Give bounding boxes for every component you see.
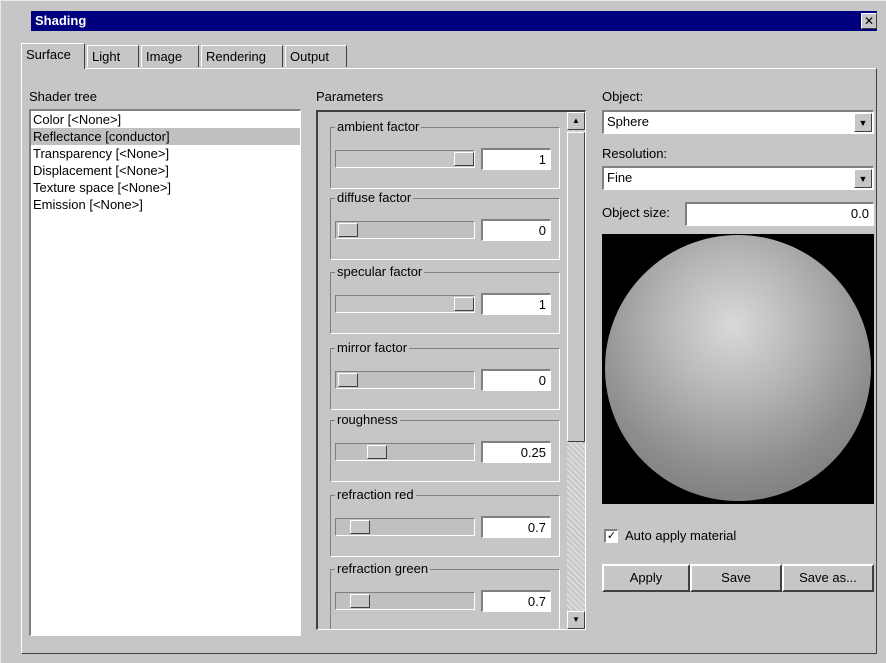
list-item-displacement[interactable]: Displacement [<None>]	[31, 162, 300, 179]
window-title: Shading	[35, 13, 87, 28]
param-value-field[interactable]: 1	[481, 148, 551, 170]
object-value: Sphere	[607, 114, 649, 129]
scroll-thumb[interactable]	[567, 132, 585, 442]
material-preview	[602, 234, 874, 504]
param-value-field[interactable]: 0.7	[481, 590, 551, 612]
slider-thumb[interactable]	[454, 152, 474, 166]
tab-label: Surface	[26, 47, 71, 62]
param-slider[interactable]	[335, 150, 475, 168]
slider-thumb[interactable]	[338, 373, 358, 387]
scroll-down-button[interactable]: ▼	[567, 611, 585, 629]
slider-thumb[interactable]	[349, 594, 370, 608]
apply-button[interactable]: Apply	[602, 564, 690, 592]
tab-image[interactable]: Image	[141, 45, 199, 67]
object-size-field[interactable]: 0.0	[685, 202, 874, 226]
param-specular-factor: specular factor 1	[330, 264, 560, 334]
chevron-down-icon[interactable]: ▼	[854, 169, 872, 188]
preview-sphere	[605, 235, 871, 501]
param-label: ambient factor	[335, 119, 422, 134]
param-label: mirror factor	[335, 340, 410, 355]
param-label: diffuse factor	[335, 190, 414, 205]
scroll-up-button[interactable]: ▲	[567, 112, 585, 130]
slider-thumb[interactable]	[367, 445, 387, 459]
param-label: refraction green	[335, 561, 431, 576]
auto-apply-label: Auto apply material	[625, 528, 737, 543]
param-ambient-factor: ambient factor 1	[330, 119, 560, 189]
param-refraction-green: refraction green 0.7	[330, 561, 560, 629]
parameters-scrollbar[interactable]: ▲ ▼	[567, 112, 585, 629]
object-dropdown[interactable]: Sphere ▼	[602, 110, 874, 134]
tab-light[interactable]: Light	[87, 45, 139, 67]
param-value-field[interactable]: 0	[481, 369, 551, 391]
param-label: roughness	[335, 412, 400, 427]
param-value-field[interactable]: 0.7	[481, 516, 551, 538]
save-button[interactable]: Save	[690, 564, 782, 592]
param-slider[interactable]	[335, 443, 475, 461]
slider-thumb[interactable]	[454, 297, 474, 311]
tab-label: Output	[290, 49, 330, 64]
shader-tree-label: Shader tree	[29, 89, 97, 104]
title-bar[interactable]: Shading ✕	[31, 11, 877, 31]
auto-apply-checkbox[interactable]: ✓	[604, 529, 618, 543]
save-as-button[interactable]: Save as...	[782, 564, 874, 592]
tab-label: Rendering	[206, 49, 266, 64]
param-label: specular factor	[335, 264, 425, 279]
tab-label: Light	[92, 49, 121, 64]
tab-label: Image	[146, 49, 183, 64]
slider-thumb[interactable]	[349, 520, 370, 534]
param-value-field[interactable]: 0	[481, 219, 551, 241]
slider-thumb[interactable]	[338, 223, 358, 237]
list-item-transparency[interactable]: Transparency [<None>]	[31, 145, 300, 162]
resolution-value: Fine	[607, 170, 633, 185]
param-slider[interactable]	[335, 592, 475, 610]
resolution-label: Resolution:	[602, 146, 668, 161]
shader-tree-list[interactable]: Color [<None>] Reflectance [conductor] T…	[29, 109, 301, 636]
parameters-panel: ambient factor 1 diffuse factor 0 specul…	[316, 110, 586, 630]
close-button[interactable]: ✕	[861, 13, 877, 29]
param-diffuse-factor: diffuse factor 0	[330, 190, 560, 260]
shading-window: Shading ✕ Surface Light Image Rendering …	[0, 0, 886, 663]
arrow-up-icon: ▲	[572, 116, 580, 125]
tab-output[interactable]: Output	[285, 45, 347, 67]
param-label: refraction red	[335, 487, 416, 502]
object-size-label: Object size:	[602, 205, 670, 220]
param-slider[interactable]	[335, 295, 475, 313]
close-icon: ✕	[863, 14, 875, 28]
tab-surface[interactable]: Surface	[21, 43, 85, 69]
param-slider[interactable]	[335, 518, 475, 536]
param-mirror-factor: mirror factor 0	[330, 340, 560, 410]
list-item-emission[interactable]: Emission [<None>]	[31, 196, 300, 213]
list-item-reflectance[interactable]: Reflectance [conductor]	[31, 128, 300, 145]
object-label: Object:	[602, 89, 644, 104]
list-item-texture-space[interactable]: Texture space [<None>]	[31, 179, 300, 196]
param-refraction-red: refraction red 0.7	[330, 487, 560, 557]
param-roughness: roughness 0.25	[330, 412, 560, 482]
tab-rendering[interactable]: Rendering	[201, 45, 283, 67]
chevron-down-icon[interactable]: ▼	[854, 113, 872, 132]
parameters-label: Parameters	[316, 89, 384, 104]
arrow-down-icon: ▼	[572, 615, 580, 624]
param-slider[interactable]	[335, 221, 475, 239]
resolution-dropdown[interactable]: Fine ▼	[602, 166, 874, 190]
list-item-color[interactable]: Color [<None>]	[31, 111, 300, 128]
param-value-field[interactable]: 1	[481, 293, 551, 315]
param-value-field[interactable]: 0.25	[481, 441, 551, 463]
param-slider[interactable]	[335, 371, 475, 389]
